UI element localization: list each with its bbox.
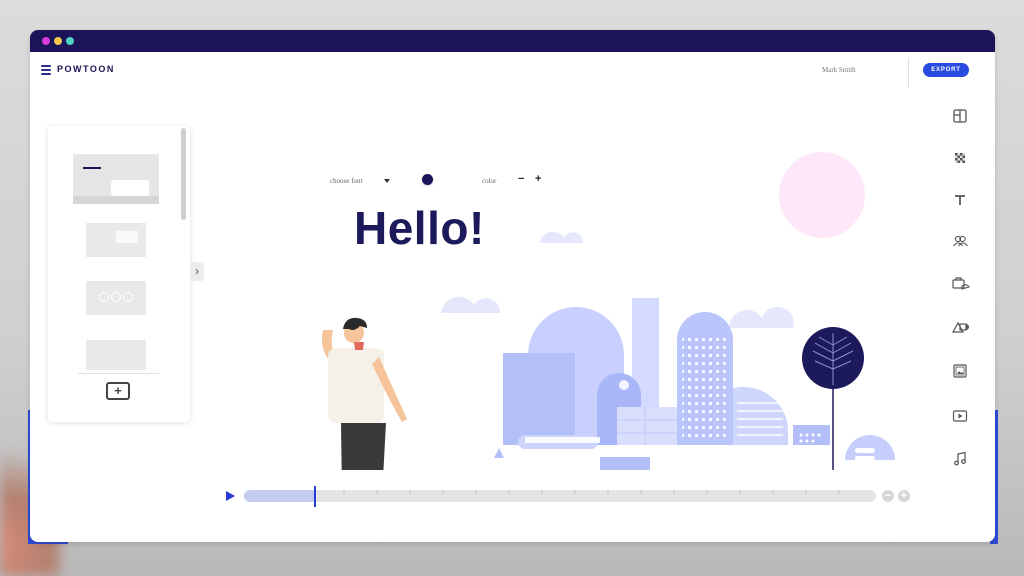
app-header: POWTOON Mark Smith EXPORT xyxy=(30,52,995,88)
video-icon[interactable] xyxy=(952,408,968,424)
pink-circle xyxy=(779,152,865,238)
slides-panel xyxy=(48,126,190,422)
character-illustration xyxy=(322,317,407,470)
shapes-icon[interactable] xyxy=(951,319,969,335)
canvas-illustration[interactable] xyxy=(225,145,915,470)
chevron-right-icon: › xyxy=(195,264,199,278)
title-bar xyxy=(30,30,995,52)
user-name[interactable]: Mark Smith xyxy=(822,66,856,74)
close-dot[interactable] xyxy=(42,37,50,45)
text-icon[interactable] xyxy=(952,192,968,208)
panel-divider xyxy=(78,373,160,374)
app-window: POWTOON Mark Smith EXPORT › + choose fon… xyxy=(30,30,995,542)
play-button[interactable] xyxy=(226,491,235,501)
slide-thumbnail[interactable] xyxy=(86,223,146,257)
cloud xyxy=(441,296,501,313)
images-icon[interactable] xyxy=(952,363,968,379)
layout-icon[interactable] xyxy=(952,108,968,124)
slides-scrollbar[interactable] xyxy=(181,128,186,220)
slide-thumbnail[interactable] xyxy=(73,154,159,204)
window-grid xyxy=(682,333,728,441)
slide-thumbnail[interactable] xyxy=(86,281,146,315)
cloud xyxy=(728,306,794,328)
background-icon[interactable] xyxy=(952,150,968,166)
props-icon[interactable] xyxy=(952,275,970,291)
collapse-panel-button[interactable]: › xyxy=(190,262,204,281)
hamburger-menu-icon[interactable] xyxy=(41,65,51,75)
timeline-playhead[interactable] xyxy=(313,486,316,507)
slide-thumbnail[interactable] xyxy=(86,340,146,370)
zoom-out-button[interactable]: − xyxy=(882,490,894,502)
minimize-dot[interactable] xyxy=(54,37,62,45)
timeline-progress xyxy=(244,490,314,502)
brand-logo[interactable]: POWTOON xyxy=(57,64,115,74)
music-icon[interactable] xyxy=(952,451,968,467)
add-slide-button[interactable]: + xyxy=(106,382,130,400)
cloud xyxy=(540,231,584,243)
characters-icon[interactable] xyxy=(952,233,968,249)
header-divider xyxy=(908,58,909,88)
maximize-dot[interactable] xyxy=(66,37,74,45)
zoom-in-button[interactable]: + xyxy=(898,490,910,502)
timeline-track[interactable] xyxy=(244,490,876,502)
export-button[interactable]: EXPORT xyxy=(923,63,969,77)
